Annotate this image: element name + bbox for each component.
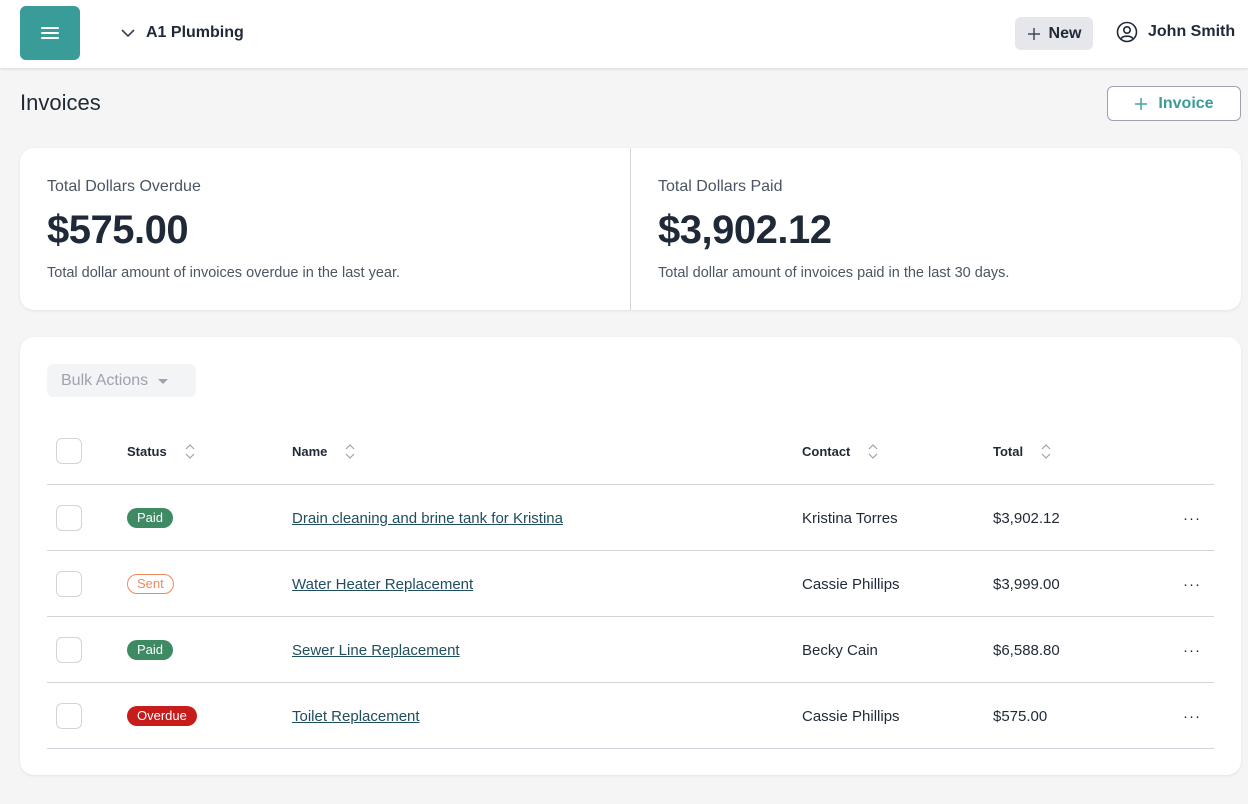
status-badge: Paid [127, 508, 174, 528]
contact-cell: Becky Cain [802, 641, 878, 659]
menu-button[interactable] [20, 6, 80, 60]
sort-icon [868, 443, 878, 459]
sort-icon [185, 443, 195, 459]
status-cell: Paid [127, 617, 174, 683]
stat-description: Total dollar amount of invoices paid in … [658, 265, 1010, 281]
bulk-actions-label: Bulk Actions [61, 371, 149, 389]
new-button-label: New [1048, 24, 1082, 42]
table-row: Paid Sewer Line Replacement Becky Cain $… [47, 617, 1214, 683]
user-avatar-icon [1116, 21, 1138, 43]
add-invoice-label: Invoice [1158, 94, 1214, 112]
invoice-name-link[interactable]: Sewer Line Replacement [292, 642, 460, 659]
stat-overdue: Total Dollars Overdue $575.00 Total doll… [20, 148, 630, 310]
column-header-contact[interactable]: Contact [802, 432, 878, 470]
add-invoice-button[interactable]: Invoice [1107, 86, 1241, 121]
total-cell: $575.00 [993, 707, 1048, 725]
column-label: Status [127, 443, 167, 459]
top-bar: A1 Plumbing New John Smith [0, 0, 1248, 68]
contact-cell: Kristina Torres [802, 509, 898, 527]
user-name: John Smith [1148, 23, 1236, 40]
stat-value: $3,902.12 [658, 208, 832, 252]
more-options-icon[interactable]: ··· [1182, 485, 1202, 551]
hamburger-icon [41, 27, 59, 39]
column-header-total[interactable]: Total [993, 432, 1051, 470]
status-badge: Sent [127, 574, 174, 594]
bulk-actions-dropdown[interactable]: Bulk Actions [47, 364, 196, 397]
status-cell: Overdue [127, 683, 197, 749]
new-button[interactable]: New [1015, 17, 1093, 50]
row-checkbox[interactable] [56, 505, 82, 531]
total-cell: $3,902.12 [993, 509, 1060, 527]
column-label: Name [292, 443, 328, 459]
more-options-icon[interactable]: ··· [1182, 551, 1202, 617]
sort-icon [1041, 443, 1051, 459]
status-cell: Sent [127, 551, 174, 617]
name-cell: Water Heater Replacement [292, 551, 473, 617]
row-checkbox[interactable] [56, 703, 82, 729]
column-header-name[interactable]: Name [292, 432, 355, 470]
stat-description: Total dollar amount of invoices overdue … [47, 265, 401, 281]
contact-cell: Cassie Phillips [802, 575, 900, 593]
more-options-icon[interactable]: ··· [1182, 683, 1202, 749]
column-header-status[interactable]: Status [127, 432, 195, 470]
stat-label: Total Dollars Paid [658, 178, 783, 195]
contact-cell: Cassie Phillips [802, 707, 900, 725]
name-cell: Sewer Line Replacement [292, 617, 460, 683]
status-badge: Overdue [127, 706, 197, 726]
stat-value: $575.00 [47, 208, 189, 252]
table-row: Overdue Toilet Replacement Cassie Philli… [47, 683, 1214, 749]
row-checkbox[interactable] [56, 637, 82, 663]
stat-paid: Total Dollars Paid $3,902.12 Total dolla… [631, 148, 1241, 310]
company-name: A1 Plumbing [146, 24, 244, 41]
column-label: Total [993, 443, 1024, 459]
stat-label: Total Dollars Overdue [47, 178, 201, 195]
more-options-icon[interactable]: ··· [1182, 617, 1202, 683]
table-row: Paid Drain cleaning and brine tank for K… [47, 485, 1214, 551]
page-title: Invoices [20, 90, 101, 115]
invoices-table-card: Bulk Actions Status Name Contact Total P… [20, 337, 1241, 775]
stats-card: Total Dollars Overdue $575.00 Total doll… [20, 148, 1241, 310]
select-all-checkbox[interactable] [56, 438, 82, 464]
invoice-name-link[interactable]: Toilet Replacement [292, 708, 420, 725]
company-switcher[interactable]: A1 Plumbing [120, 21, 244, 45]
status-cell: Paid [127, 485, 174, 551]
name-cell: Drain cleaning and brine tank for Kristi… [292, 485, 563, 551]
column-label: Contact [802, 443, 851, 459]
sort-icon [345, 443, 355, 459]
caret-down-icon [158, 379, 169, 384]
total-cell: $6,588.80 [993, 641, 1060, 659]
row-checkbox[interactable] [56, 571, 82, 597]
total-cell: $3,999.00 [993, 575, 1060, 593]
plus-icon [1135, 97, 1148, 110]
table-header: Status Name Contact Total [47, 432, 1214, 485]
invoice-name-link[interactable]: Drain cleaning and brine tank for Kristi… [292, 510, 563, 527]
user-menu[interactable]: John Smith [1116, 20, 1235, 44]
invoice-name-link[interactable]: Water Heater Replacement [292, 576, 473, 593]
name-cell: Toilet Replacement [292, 683, 420, 749]
plus-icon [1027, 27, 1040, 40]
status-badge: Paid [127, 640, 174, 660]
table-row: Sent Water Heater Replacement Cassie Phi… [47, 551, 1214, 617]
chevron-down-icon [121, 29, 135, 38]
